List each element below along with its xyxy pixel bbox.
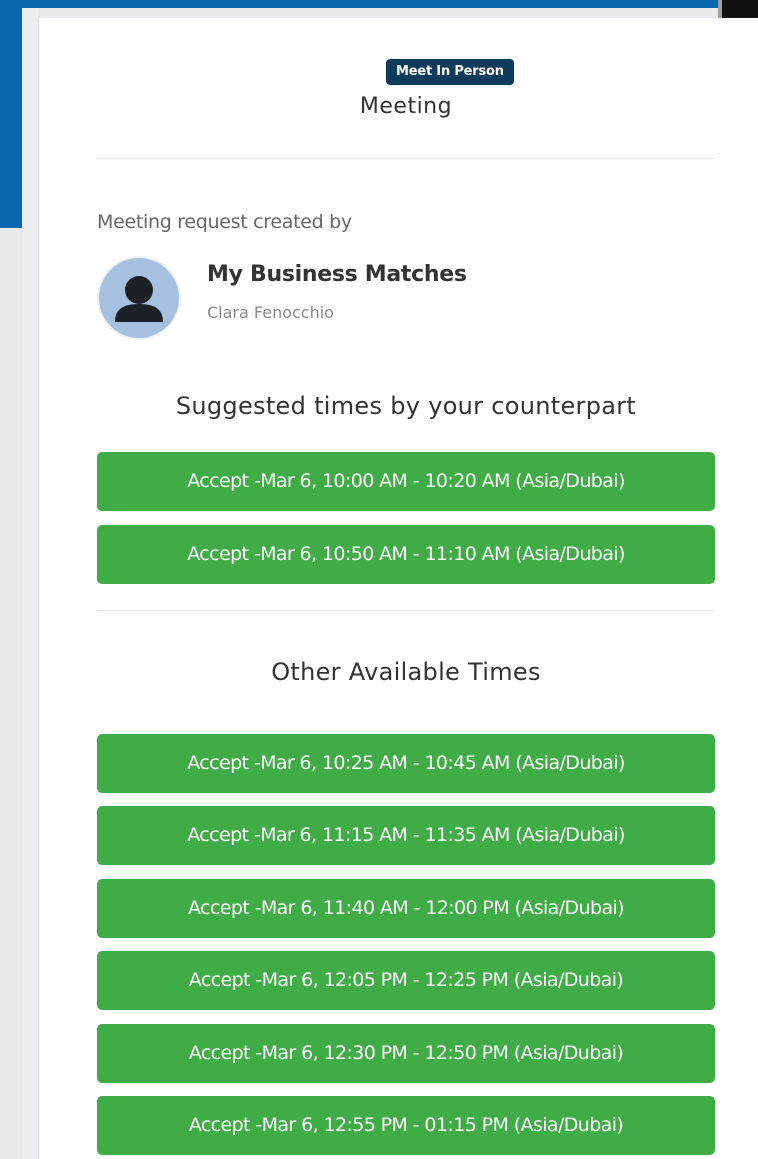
- accept-slot-button[interactable]: Accept -Mar 6, 10:00 AM - 10:20 AM (Asia…: [97, 452, 715, 511]
- meeting-title: Meeting: [359, 94, 453, 119]
- meeting-type-badge: Meet In Person: [386, 59, 514, 85]
- left-brand-panel: [0, 0, 22, 228]
- accept-slot-button[interactable]: Accept -Mar 6, 12:30 PM - 12:50 PM (Asia…: [97, 1024, 715, 1083]
- suggested-times-heading: Suggested times by your counterpart: [175, 392, 637, 420]
- accept-slot-button[interactable]: Accept -Mar 6, 10:50 AM - 11:10 AM (Asia…: [97, 525, 715, 584]
- created-by-label: Meeting request created by: [97, 211, 352, 233]
- meeting-card: Meet In Person Meeting Meeting request c…: [38, 18, 758, 1159]
- top-brand-bar: [0, 0, 720, 8]
- requester-company: My Business Matches: [207, 262, 467, 287]
- accept-slot-button[interactable]: Accept -Mar 6, 11:15 AM - 11:35 AM (Asia…: [97, 806, 715, 865]
- accept-slot-button[interactable]: Accept -Mar 6, 11:40 AM - 12:00 PM (Asia…: [97, 879, 715, 938]
- divider: [97, 158, 715, 159]
- requester-name: Clara Fenocchio: [207, 303, 334, 322]
- other-times-heading: Other Available Times: [271, 658, 541, 686]
- user-silhouette-icon: [115, 276, 163, 322]
- accept-slot-button[interactable]: Accept -Mar 6, 12:05 PM - 12:25 PM (Asia…: [97, 951, 715, 1010]
- accept-slot-button[interactable]: Accept -Mar 6, 10:25 AM - 10:45 AM (Asia…: [97, 734, 715, 793]
- divider: [97, 610, 715, 611]
- accept-slot-button[interactable]: Accept -Mar 6, 12:55 PM - 01:15 PM (Asia…: [97, 1096, 715, 1155]
- user-avatar-icon: [97, 256, 181, 340]
- left-gutter: [22, 8, 38, 1159]
- top-right-corner: [718, 0, 758, 18]
- top-right-separator: [718, 0, 722, 18]
